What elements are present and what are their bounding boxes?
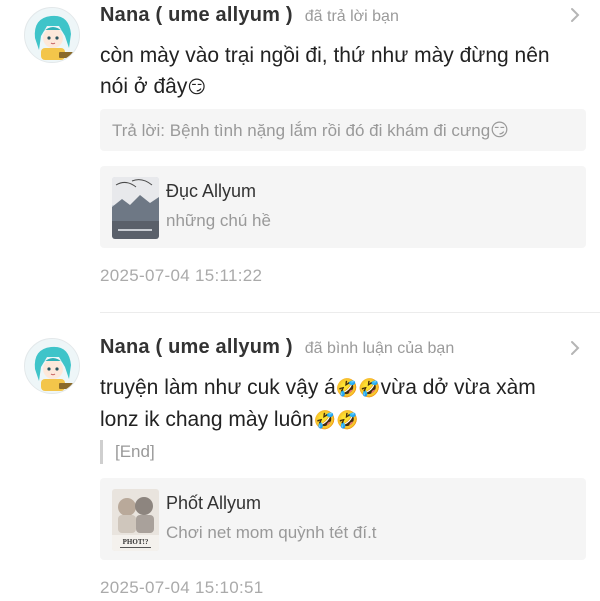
comment-line-1a: truyện làm như cuk vậy á: [100, 376, 336, 399]
avatar-image: [25, 339, 79, 393]
post-subtitle: Chơi net mom quỳnh tét đí.t: [166, 523, 377, 542]
comment-line-1: còn mày vào trại ngồi đi, thứ như mày đừ…: [100, 44, 550, 67]
user-name[interactable]: Nana ( ume allyum ): [100, 336, 293, 359]
notification-action: đã bình luận của bạn: [304, 340, 455, 357]
smirk-emoji-icon: 😏: [187, 77, 207, 98]
post-card[interactable]: PHOT!? Phốt Allyum Chơi net mom quỳnh té…: [100, 478, 586, 560]
timestamp: 2025-07-04 15:10:51: [100, 578, 264, 597]
post-thumbnail: [112, 177, 159, 239]
post-title: Phốt Allyum: [166, 493, 262, 513]
notification-item-reply[interactable]: Nana ( ume allyum ) đã trả lời bạn còn m…: [0, 0, 600, 313]
quoted-comment-text: [End]: [115, 442, 155, 461]
post-title: Đục Allyum: [166, 181, 257, 201]
comment-line-2: lonz ik chang mày luôn: [100, 408, 314, 431]
rofl-emoji-icon: 🤣🤣: [313, 410, 359, 431]
comment-line-1b: vừa dở vừa xàm: [380, 376, 536, 399]
comment-text: truyện làm như cuk vậy á🤣🤣vừa dở vừa xàm…: [100, 372, 580, 436]
post-subtitle: những chú hề: [166, 211, 271, 230]
chevron-right-icon[interactable]: [566, 339, 584, 357]
post-card[interactable]: Đục Allyum những chú hề: [100, 166, 586, 248]
notification-item-comment[interactable]: Nana ( ume allyum ) đã bình luận của bạn…: [0, 313, 600, 601]
user-name[interactable]: Nana ( ume allyum ): [100, 4, 293, 27]
avatar-image: [25, 8, 79, 62]
rofl-emoji-icon: 🤣🤣: [335, 378, 381, 399]
post-thumbnail-label: PHOT!?: [123, 538, 149, 546]
avatar[interactable]: [24, 7, 80, 63]
reply-quote[interactable]: Trả lời: Bệnh tình nặng lắm rồi đó đi kh…: [100, 109, 586, 151]
quoted-comment[interactable]: [End]: [100, 439, 155, 465]
comment-text: còn mày vào trại ngồi đi, thứ như mày đừ…: [100, 40, 580, 103]
post-thumbnail: PHOT!?: [112, 489, 159, 551]
reply-quote-text: Trả lời: Bệnh tình nặng lắm rồi đó đi kh…: [112, 121, 491, 140]
avatar[interactable]: [24, 338, 80, 394]
chevron-right-icon[interactable]: [566, 6, 584, 24]
quote-bar: [100, 440, 103, 464]
timestamp: 2025-07-04 15:11:22: [100, 266, 263, 285]
notification-action: đã trả lời bạn: [304, 8, 399, 25]
comment-line-2: nói ở đây: [100, 75, 188, 98]
smirk-emoji-icon: 😏: [490, 120, 509, 141]
